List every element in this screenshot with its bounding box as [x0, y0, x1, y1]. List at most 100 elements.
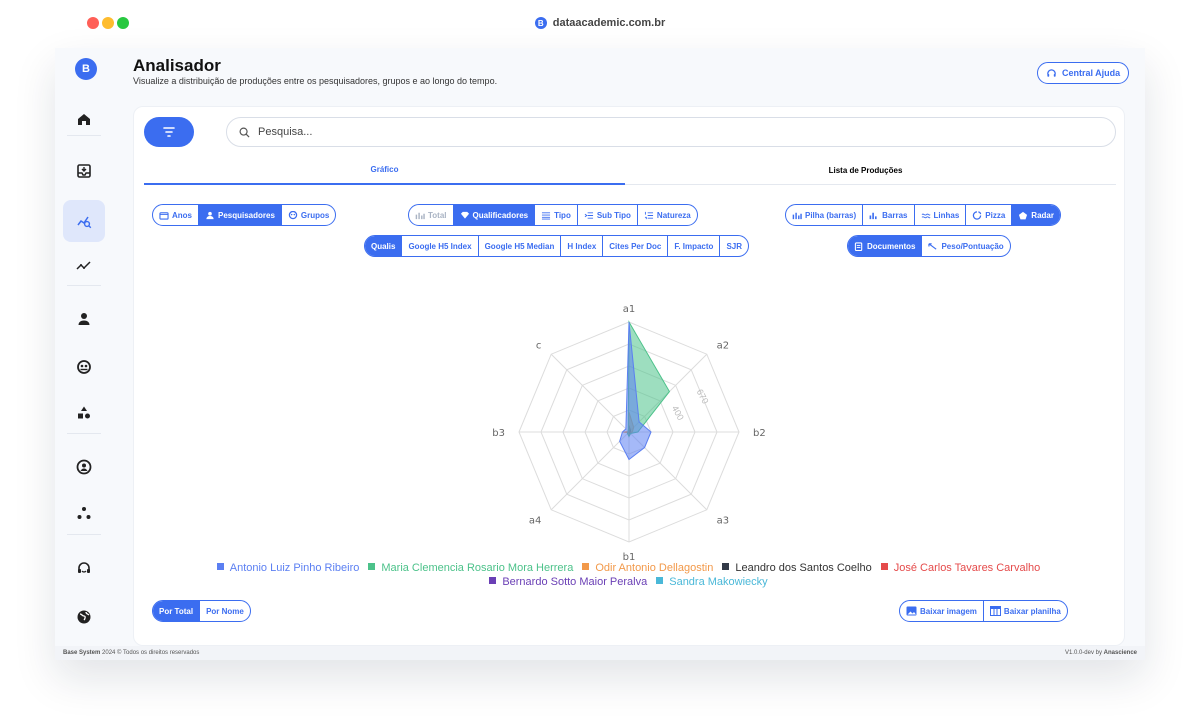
legend-item[interactable]: Odir Antonio Dellagostin	[582, 562, 716, 574]
sidebar-item-network[interactable]	[63, 492, 105, 534]
legend-swatch	[368, 563, 376, 570]
group-by-option-0[interactable]: Anos	[153, 205, 199, 225]
chart-type-option-2[interactable]: Linhas	[915, 205, 967, 225]
chart-type-option-4[interactable]: Radar	[1012, 205, 1060, 225]
sidebar-item-user[interactable]	[63, 298, 105, 340]
legend-swatch	[582, 563, 590, 570]
sidebar-divider	[67, 285, 101, 286]
qualifier-option-0[interactable]: Qualis	[365, 236, 403, 256]
sidebar-item-analytics[interactable]	[63, 200, 105, 242]
legend-swatch	[722, 563, 730, 570]
chart-type-option-0[interactable]: Pilha (barras)	[786, 205, 864, 225]
sidebar-item-globe[interactable]	[63, 596, 105, 638]
metric-type-option-4[interactable]: Natureza	[638, 205, 697, 225]
value-mode-option-1[interactable]: Peso/Pontuação	[922, 236, 1009, 256]
sidebar-item-home[interactable]	[63, 98, 105, 140]
filter-button[interactable]	[144, 117, 194, 147]
home-icon	[78, 114, 90, 125]
radar-tick-label: 670	[695, 388, 711, 406]
group-by-option-2[interactable]: Grupos	[282, 205, 335, 225]
legend-label: Antonio Luiz Pinho Ribeiro	[229, 562, 360, 574]
chart-type-option-label: Barras	[882, 210, 908, 220]
tab-grafico[interactable]: Gráfico	[144, 155, 625, 185]
qualifier-option-5[interactable]: F. Impacto	[668, 236, 721, 256]
chart-type-option-3[interactable]: Pizza	[966, 205, 1013, 225]
legend-item[interactable]: Maria Clemencia Rosario Mora Herrera	[368, 562, 576, 574]
qualifier-option-3[interactable]: H Index	[561, 236, 604, 256]
help-center-label: Central Ajuda	[1062, 68, 1121, 78]
chart-type-option-label: Linhas	[933, 210, 960, 220]
sidebar-item-account[interactable]	[63, 446, 105, 488]
list-numbered-icon	[644, 211, 653, 219]
qualifier-option-2[interactable]: Google H5 Median	[479, 236, 562, 256]
image-icon	[906, 606, 917, 616]
filter-icon	[163, 127, 175, 137]
sidebar-item-groups[interactable]	[63, 346, 105, 388]
value-mode-option-0[interactable]: Documentos	[848, 236, 923, 256]
help-center-button[interactable]: Central Ajuda	[1037, 62, 1130, 84]
download-image-button[interactable]: Baixar imagem	[900, 601, 984, 621]
metric-type-option-1[interactable]: Qualificadores	[453, 205, 536, 225]
diamond-icon	[460, 211, 469, 219]
qualifier-option-1[interactable]: Google H5 Index	[402, 236, 479, 256]
qualifier-option-4[interactable]: Cites Per Doc	[603, 236, 669, 256]
legend-item[interactable]: José Carlos Tavares Carvalho	[880, 562, 1044, 574]
arrow-icon	[928, 242, 937, 250]
app-logo[interactable]: B	[75, 58, 97, 80]
table-icon	[989, 606, 1001, 616]
sidebar-item-trend[interactable]	[63, 244, 105, 286]
sort-mode-option-label: Por Nome	[206, 606, 244, 616]
account-icon	[76, 459, 92, 475]
pentagon-icon	[1019, 211, 1028, 219]
footer-right: V1.0.0-dev by Anascience	[1065, 650, 1137, 656]
metric-type-option-0[interactable]: Total	[409, 205, 454, 225]
tab-lista-producoes[interactable]: Lista de Produções	[625, 155, 1106, 185]
download-sheet-button[interactable]: Baixar planilha	[984, 601, 1067, 621]
user-icon	[78, 313, 90, 325]
view-tabs: Gráfico Lista de Produções	[144, 155, 1116, 185]
search-field[interactable]: Pesquisa...	[226, 117, 1116, 147]
group-by-option-label: Grupos	[300, 210, 330, 220]
calendar-icon	[159, 211, 169, 220]
legend-item[interactable]: Leandro dos Santos Coelho	[722, 562, 874, 574]
sort-mode-option-0[interactable]: Por Total	[153, 601, 201, 621]
chart-type-option-1[interactable]: Barras	[863, 205, 915, 225]
sidebar-divider	[67, 534, 101, 535]
radar-axis-label: a2	[717, 340, 730, 351]
legend-item[interactable]: Bernardo Sotto Maior Peralva	[489, 576, 650, 588]
sidebar-item-support[interactable]	[63, 548, 105, 590]
headset-icon	[1047, 68, 1056, 77]
app-window: B Analisador Visualize a distribuição de…	[55, 48, 1145, 660]
footer-author: Anascience	[1103, 650, 1137, 656]
pie-icon	[973, 210, 982, 220]
legend-item[interactable]: Sandra Makowiecky	[656, 576, 770, 588]
chart-type-toggle: Pilha (barras) Barras Linhas Pizza Radar	[785, 204, 1061, 226]
metric-type-option-2[interactable]: Tipo	[535, 205, 578, 225]
metric-type-option-label: Tipo	[554, 210, 571, 220]
qualifier-option-6[interactable]: SJR	[720, 236, 748, 256]
legend-swatch	[489, 577, 497, 584]
group-by-option-label: Anos	[172, 210, 192, 220]
legend-swatch	[880, 563, 888, 570]
sort-mode-option-1[interactable]: Por Nome	[200, 601, 250, 621]
value-mode-option-label: Peso/Pontuação	[941, 241, 1004, 251]
trend-icon	[76, 261, 91, 270]
sidebar-item-shapes[interactable]	[63, 392, 105, 434]
metric-type-toggle: Total Qualificadores Tipo Sub Tipo Natureza	[408, 204, 698, 226]
download-image-label: Baixar imagem	[920, 606, 977, 616]
radar-axis-label: b2	[753, 428, 766, 439]
lines-icon	[542, 211, 551, 220]
qualifier-option-label: H Index	[567, 241, 597, 251]
chart-legend: Antonio Luiz Pinho Ribeiro Maria Clemenci…	[134, 561, 1126, 589]
analytics-icon	[77, 216, 92, 229]
document-icon	[854, 241, 863, 251]
address-bar[interactable]: Bdataacademic.com.br	[0, 17, 1200, 29]
footer-version: V1.0.0-dev by	[1064, 650, 1102, 656]
radar-tick-label: 400	[670, 404, 686, 422]
metric-type-option-3[interactable]: Sub Tipo	[578, 205, 638, 225]
sidebar-item-inbox[interactable]	[63, 150, 105, 192]
group-by-option-1[interactable]: Pesquisadores	[199, 205, 282, 225]
qualifier-option-label: Qualis	[371, 241, 396, 251]
favicon-icon: B	[534, 17, 547, 29]
legend-item[interactable]: Antonio Luiz Pinho Ribeiro	[216, 562, 363, 574]
